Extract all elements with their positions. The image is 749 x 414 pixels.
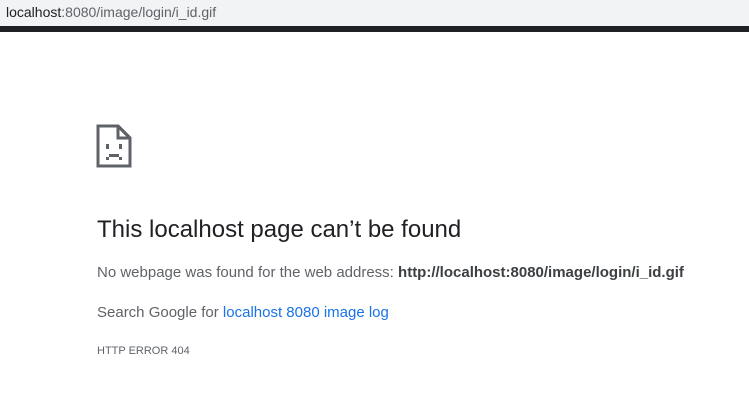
error-message-prefix: No webpage was found for the web address… xyxy=(97,264,394,281)
address-host: localhost xyxy=(6,4,62,20)
address-bar[interactable]: localhost:8080/image/login/i_id.gif xyxy=(0,0,749,26)
sad-document-icon xyxy=(96,124,132,168)
error-url: http://localhost:8080/image/login/i_id.g… xyxy=(398,264,684,281)
error-code: HTTP ERROR 404 xyxy=(97,345,190,357)
page-title: This localhost page can’t be found xyxy=(97,216,462,243)
search-google-link[interactable]: localhost 8080 image log xyxy=(223,304,389,321)
search-prefix: Search Google for xyxy=(97,304,219,321)
error-message: No webpage was found for the web address… xyxy=(97,264,684,281)
search-suggestion: Search Google for localhost 8080 image l… xyxy=(97,304,389,321)
address-path: :8080/image/login/i_id.gif xyxy=(61,4,217,20)
